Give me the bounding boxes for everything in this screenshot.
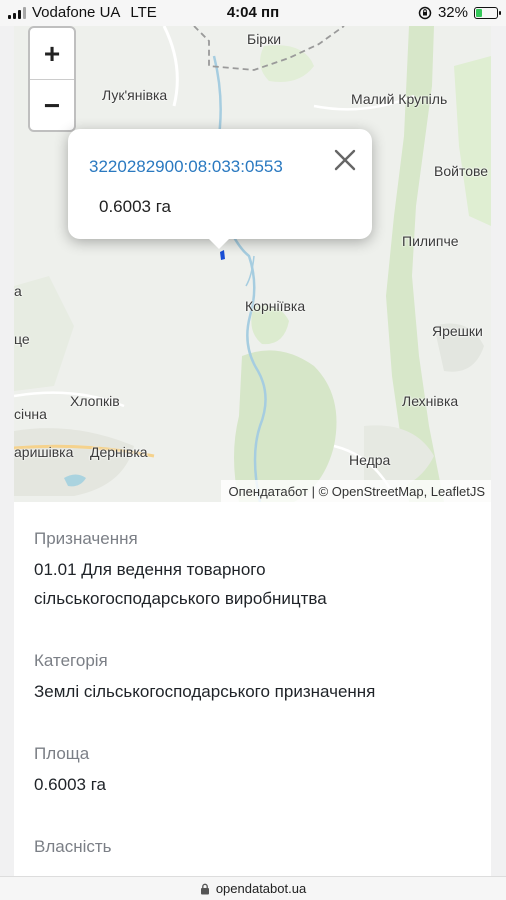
- place-pylypche: Пилипче: [402, 233, 459, 249]
- parcel-details: Призначення 01.01 Для ведення товарного …: [14, 502, 491, 857]
- place-yareshky: Ярешки: [432, 323, 483, 339]
- category-label: Категорія: [34, 651, 108, 670]
- orientation-lock-icon: [418, 6, 432, 19]
- place-voitove: Войтове: [434, 163, 489, 179]
- battery-icon: [474, 6, 501, 19]
- purpose-value-line1: 01.01 Для ведення товарного: [34, 560, 266, 579]
- place-dernivka: Дернівка: [90, 444, 148, 460]
- close-icon[interactable]: [332, 147, 358, 173]
- purpose-value-line2: сільськогосподарського виробництва: [34, 589, 327, 608]
- lock-icon: [200, 883, 209, 894]
- ownership-label: Власність: [34, 837, 112, 856]
- place-nedra: Недра: [349, 452, 391, 468]
- zoom-out-button[interactable]: −: [30, 79, 74, 130]
- place-lekhnivka: Лехнівка: [402, 393, 459, 409]
- place-khlopkiv: Хлопків: [70, 393, 120, 409]
- place-malyi-krupil: Малий Крупіль: [351, 91, 448, 107]
- cadastral-number-link[interactable]: 3220282900:08:033:0553: [89, 157, 283, 177]
- page-content[interactable]: Бірки Лук'янівка Малий Крупіль Войтове П…: [14, 26, 491, 876]
- zoom-in-button[interactable]: +: [30, 28, 74, 79]
- map[interactable]: Бірки Лук'янівка Малий Крупіль Войтове П…: [14, 26, 491, 502]
- place-birky: Бірки: [247, 31, 282, 47]
- place-edge-a: а: [14, 283, 22, 299]
- popup-area: 0.6003 га: [99, 197, 172, 216]
- map-attribution[interactable]: Опендатабот | © OpenStreetMap, LeafletJS: [220, 480, 491, 502]
- battery-percent: 32%: [437, 4, 468, 21]
- place-edge-sichna: січна: [14, 406, 47, 422]
- status-right: 32%: [418, 4, 501, 21]
- url-text[interactable]: opendatabot.ua: [216, 881, 306, 896]
- place-lukianivka: Лук'янівка: [102, 87, 168, 103]
- zoom-control: + −: [28, 26, 76, 132]
- parcel-popup: 3220282900:08:033:0553 0.6003 га: [68, 129, 372, 249]
- area-value: 0.6003 га: [34, 775, 107, 794]
- category-value: Землі сільськогосподарського призначення: [34, 682, 376, 701]
- status-bar: Vodafone UA LTE 4:04 пп 32%: [0, 0, 506, 26]
- place-korniivka: Корніївка: [245, 298, 306, 314]
- place-edge-tse: це: [14, 331, 30, 347]
- area-label: Площа: [34, 744, 90, 763]
- battery-fill: [476, 8, 482, 17]
- purpose-label: Призначення: [34, 529, 138, 548]
- browser-url-bar[interactable]: opendatabot.ua: [0, 876, 506, 900]
- place-edge-baryshivka: аришівка: [14, 444, 74, 460]
